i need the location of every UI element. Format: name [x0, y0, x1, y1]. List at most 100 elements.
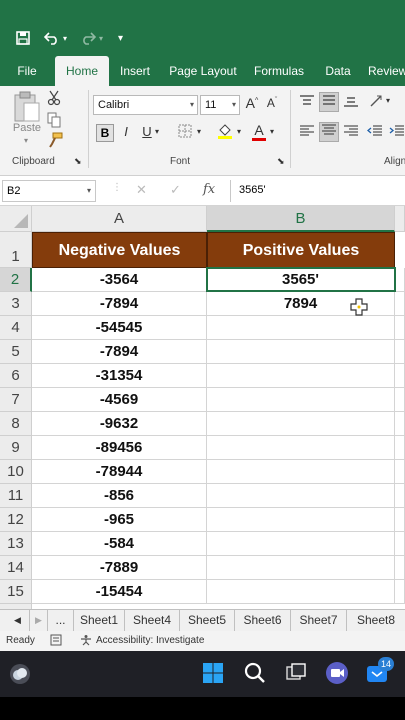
cell-a2[interactable]: -3564	[32, 268, 207, 292]
undo-dropdown-icon[interactable]: ▾	[63, 34, 67, 43]
row-header-2[interactable]: 2	[0, 268, 32, 292]
cell-c3[interactable]	[395, 292, 405, 316]
align-middle-icon[interactable]	[319, 92, 339, 112]
font-launcher-icon[interactable]: ⬊	[277, 156, 285, 167]
row-header-7[interactable]: 7	[0, 388, 32, 412]
cell-a14[interactable]: -7889	[32, 556, 207, 580]
sheet-tab-5[interactable]: Sheet5	[180, 610, 235, 632]
sheet-tab-8[interactable]: Sheet8	[347, 610, 405, 632]
cell-c9[interactable]	[395, 436, 405, 460]
cell-b7[interactable]	[207, 388, 395, 412]
bold-button[interactable]: B	[96, 124, 114, 142]
tab-page-layout[interactable]: Page Layout	[167, 56, 239, 86]
sheet-tab-4[interactable]: Sheet4	[125, 610, 180, 632]
tab-formulas[interactable]: Formulas	[250, 56, 308, 86]
cut-icon[interactable]	[46, 90, 62, 109]
format-painter-icon[interactable]	[46, 132, 64, 151]
cell-b10[interactable]	[207, 460, 395, 484]
orientation-icon[interactable]	[368, 94, 386, 111]
tab-file[interactable]: File	[8, 56, 46, 86]
cell-b9[interactable]	[207, 436, 395, 460]
cell-c13[interactable]	[395, 532, 405, 556]
row-header-15[interactable]: 15	[0, 580, 32, 604]
column-header-b[interactable]: B	[207, 206, 395, 232]
paste-dropdown-icon[interactable]: ▾	[16, 136, 36, 145]
cancel-icon[interactable]: ✕	[136, 182, 147, 198]
cell-b14[interactable]	[207, 556, 395, 580]
align-right-icon[interactable]	[342, 124, 360, 141]
borders-dropdown-icon[interactable]: ▾	[197, 127, 201, 136]
row-header-14[interactable]: 14	[0, 556, 32, 580]
undo-icon[interactable]	[43, 31, 60, 49]
row-header-11[interactable]: 11	[0, 484, 32, 508]
confirm-icon[interactable]: ✓	[170, 182, 181, 198]
row-header-4[interactable]: 4	[0, 316, 32, 340]
cell-b11[interactable]	[207, 484, 395, 508]
row-header-8[interactable]: 8	[0, 412, 32, 436]
grow-font-button[interactable]: A^	[244, 95, 260, 111]
font-color-dropdown-icon[interactable]: ▾	[270, 127, 274, 136]
header-cell-b[interactable]: Positive Values	[207, 232, 395, 268]
decrease-indent-icon[interactable]	[366, 124, 384, 141]
row-header-10[interactable]: 10	[0, 460, 32, 484]
sheet-tab-7[interactable]: Sheet7	[291, 610, 347, 632]
cell-a4[interactable]: -54545	[32, 316, 207, 340]
row-header-3[interactable]: 3	[0, 292, 32, 316]
fill-color-dropdown-icon[interactable]: ▾	[237, 127, 241, 136]
italic-button[interactable]: I	[119, 124, 133, 139]
cell-b6[interactable]	[207, 364, 395, 388]
sheet-tab-1[interactable]: Sheet1	[74, 610, 125, 632]
align-bottom-icon[interactable]	[342, 94, 360, 111]
cell-c10[interactable]	[395, 460, 405, 484]
underline-button[interactable]: U	[140, 124, 154, 139]
macro-record-icon[interactable]	[50, 634, 62, 649]
row-header-1[interactable]: 1	[0, 232, 32, 268]
cell-a9[interactable]: -89456	[32, 436, 207, 460]
customize-toolbar-icon[interactable]: ▾	[118, 33, 123, 44]
scroll-left-icon[interactable]: ◀	[6, 610, 30, 632]
row-header-12[interactable]: 12	[0, 508, 32, 532]
redo-dropdown-icon[interactable]: ▾	[99, 34, 103, 43]
cell-c6[interactable]	[395, 364, 405, 388]
orientation-dropdown-icon[interactable]: ▾	[386, 96, 390, 105]
align-center-icon[interactable]	[319, 122, 339, 142]
cell-a6[interactable]: -31354	[32, 364, 207, 388]
paste-label[interactable]: Paste	[10, 122, 44, 134]
row-header-13[interactable]: 13	[0, 532, 32, 556]
cell-c12[interactable]	[395, 508, 405, 532]
name-box[interactable]: B2 ▾	[2, 180, 96, 202]
select-all-corner[interactable]	[0, 206, 32, 232]
fill-color-icon[interactable]	[216, 122, 234, 143]
cell-c7[interactable]	[395, 388, 405, 412]
cell-c14[interactable]	[395, 556, 405, 580]
accessibility-icon[interactable]	[80, 634, 92, 649]
cell-a10[interactable]: -78944	[32, 460, 207, 484]
cell-c15[interactable]	[395, 580, 405, 604]
cell-b5[interactable]	[207, 340, 395, 364]
cell-a8[interactable]: -9632	[32, 412, 207, 436]
copy-icon[interactable]	[46, 112, 62, 131]
tab-home[interactable]: Home	[55, 56, 109, 86]
cell-a7[interactable]: -4569	[32, 388, 207, 412]
cell-c5[interactable]	[395, 340, 405, 364]
cell-c11[interactable]	[395, 484, 405, 508]
search-icon[interactable]	[244, 662, 266, 689]
increase-indent-icon[interactable]	[388, 124, 405, 141]
formula-input[interactable]: 3565'	[230, 180, 405, 202]
cell-b13[interactable]	[207, 532, 395, 556]
cell-a11[interactable]: -856	[32, 484, 207, 508]
align-top-icon[interactable]	[298, 94, 316, 111]
teams-meet-icon[interactable]	[325, 661, 349, 690]
insert-function-icon[interactable]: fx	[203, 182, 215, 197]
redo-icon[interactable]	[80, 31, 97, 49]
align-left-icon[interactable]	[298, 124, 316, 141]
clipboard-launcher-icon[interactable]: ⬊	[74, 156, 82, 167]
cell-b12[interactable]	[207, 508, 395, 532]
cell-a15[interactable]: -15454	[32, 580, 207, 604]
font-size-combo[interactable]: 11 ▾	[200, 95, 240, 115]
cell-c8[interactable]	[395, 412, 405, 436]
row-header-5[interactable]: 5	[0, 340, 32, 364]
font-color-button[interactable]: A	[251, 122, 267, 141]
cell-b8[interactable]	[207, 412, 395, 436]
task-view-icon[interactable]	[285, 662, 307, 689]
